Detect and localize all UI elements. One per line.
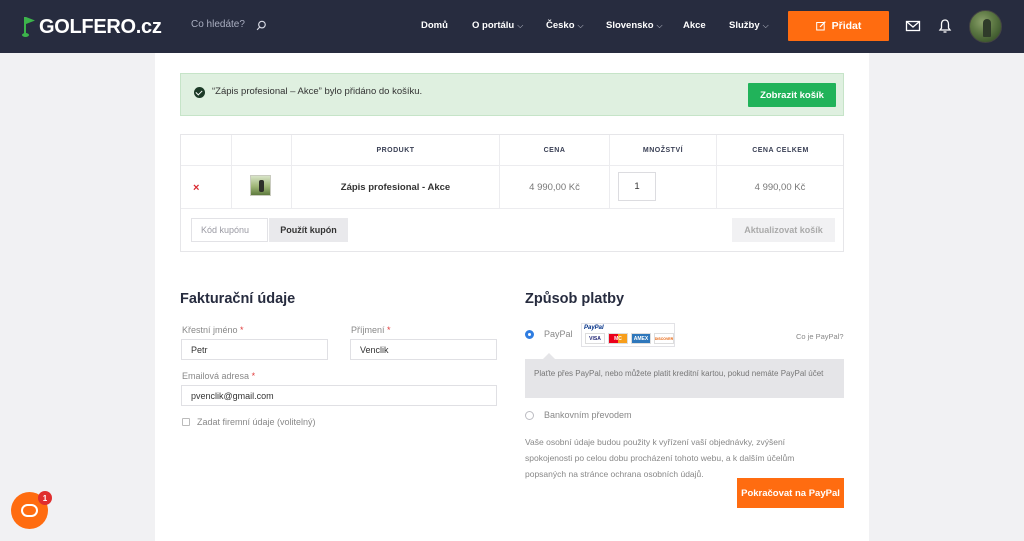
paypal-radio[interactable] [525, 330, 534, 339]
paypal-logo: PayPal [584, 325, 604, 331]
nav-item-events[interactable]: Akce [683, 20, 706, 31]
column-header-total: CENA CELKEM [752, 147, 809, 154]
visa-card-icon: VISA [585, 333, 605, 344]
discover-card-icon: DISCOVER [654, 333, 674, 344]
amex-card-icon: AMEX [631, 333, 651, 344]
company-details-checkbox[interactable] [182, 418, 190, 426]
paypal-description: Plaťte přes PayPal, nebo můžete platit k… [525, 353, 844, 398]
column-header-quantity: MNOŽSTVÍ [642, 147, 684, 154]
nav-item-services[interactable]: Služby ⌵ [729, 20, 769, 31]
added-to-cart-notice: “Zápis profesional – Akce” bylo přidáno … [180, 73, 844, 116]
first-name-field[interactable]: Petr [181, 339, 328, 360]
email-field[interactable]: pvenclik@gmail.com [181, 385, 497, 406]
chevron-down-icon: ⌵ [656, 20, 663, 30]
product-name-link[interactable]: Zápis profesional - Akce [292, 182, 499, 193]
apply-coupon-button[interactable]: Použít kupón [269, 218, 348, 242]
chevron-down-icon: ⌵ [517, 20, 524, 30]
what-is-paypal-link[interactable]: Co je PayPal? [796, 332, 844, 341]
search-input[interactable]: Co hledáte? [191, 19, 245, 30]
check-circle-icon [194, 87, 205, 98]
search-icon[interactable] [256, 20, 267, 31]
logo[interactable]: GOLFERO.cz [22, 15, 162, 39]
last-name-label: Příjmení * [351, 325, 391, 335]
billing-title: Fakturační údaje [180, 291, 296, 307]
last-name-field[interactable]: Venclik [350, 339, 497, 360]
edit-icon [815, 21, 826, 31]
chat-bubble-icon [21, 504, 38, 517]
nav-item-slovakia[interactable]: Slovensko ⌵ [606, 20, 663, 31]
view-cart-button[interactable]: Zobrazit košík [748, 83, 836, 107]
first-name-label: Křestní jméno * [182, 325, 244, 335]
bell-icon[interactable] [937, 18, 953, 34]
product-subtotal: 4 990,00 Kč [754, 182, 806, 193]
payment-cards-logo: PayPal VISA MC AMEX DISCOVER [581, 323, 675, 347]
update-cart-button[interactable]: Aktualizovat košík [732, 218, 835, 242]
column-header-product: PRODUKT [376, 147, 415, 154]
product-price: 4 990,00 Kč [529, 182, 580, 193]
cart-table: PRODUKT CENA MNOŽSTVÍ CENA CELKEM × Zápi… [180, 134, 844, 252]
proceed-to-paypal-button[interactable]: Pokračovat na PayPal [737, 478, 844, 508]
top-navigation-bar: GOLFERO.cz Co hledáte? Domů O portálu ⌵ Č… [0, 0, 1024, 53]
chevron-down-icon: ⌵ [577, 20, 584, 30]
mastercard-icon: MC [608, 333, 628, 344]
nav-item-czechia[interactable]: Česko ⌵ [546, 20, 584, 31]
privacy-notice: Vaše osobní údaje budou použity k vyříze… [525, 437, 795, 479]
bank-transfer-label[interactable]: Bankovním převodem [544, 410, 632, 420]
golf-flag-icon [22, 16, 36, 38]
logo-text: GOLFERO.cz [39, 15, 162, 38]
column-header-price: CENA [543, 147, 566, 154]
user-avatar[interactable] [969, 10, 1002, 43]
quantity-input[interactable]: 1 [618, 172, 656, 201]
paypal-label[interactable]: PayPal [544, 329, 573, 339]
add-button[interactable]: Přidat [788, 11, 889, 41]
chevron-down-icon: ⌵ [762, 20, 769, 30]
remove-item-icon[interactable]: × [193, 182, 199, 194]
bank-transfer-radio[interactable] [525, 411, 534, 420]
nav-item-about[interactable]: O portálu ⌵ [472, 20, 523, 31]
chat-notification-badge: 1 [38, 491, 52, 505]
email-label: Emailová adresa * [182, 371, 256, 381]
product-thumbnail[interactable] [250, 175, 271, 196]
nav-item-home[interactable]: Domů [421, 20, 448, 31]
company-details-label[interactable]: Zadat firemní údaje (volitelný) [197, 417, 316, 427]
coupon-code-input[interactable]: Kód kupónu [191, 218, 268, 242]
payment-title: Způsob platby [525, 291, 625, 307]
notice-message: “Zápis profesional – Akce” bylo přidáno … [212, 86, 423, 97]
envelope-icon[interactable] [905, 18, 921, 34]
